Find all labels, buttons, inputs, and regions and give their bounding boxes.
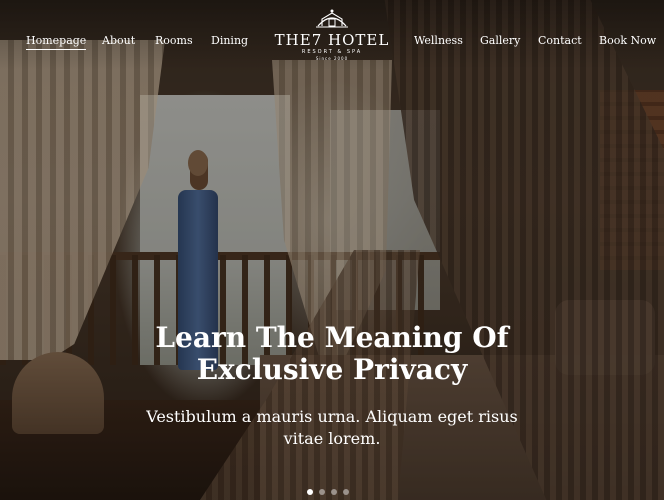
slider-pagination (304, 480, 352, 495)
logo-since: Since 2000 (315, 56, 349, 61)
hero-section: Homepage About Rooms Dining THE7 HOTEL R… (0, 0, 664, 500)
nav-link-gallery[interactable]: Gallery (480, 34, 520, 47)
nav-link-dining[interactable]: Dining (211, 34, 248, 47)
hero-subtitle-line1: Vestibulum a mauris urna. Aliquam eget r… (146, 407, 518, 426)
hero-headline: Learn The Meaning Of Exclusive Privacy (82, 322, 582, 386)
hero-subtitle-line2: vitae lorem. (283, 429, 381, 448)
nav-link-contact[interactable]: Contact (538, 34, 582, 47)
slider-dot[interactable] (307, 489, 313, 495)
logo-subtitle: RESORT & SPA (301, 49, 363, 55)
slider-dot[interactable] (319, 489, 325, 495)
hero-subtitle: Vestibulum a mauris urna. Aliquam eget r… (132, 406, 532, 450)
hero-headline-line2: Exclusive Privacy (196, 353, 468, 386)
nav-link-rooms[interactable]: Rooms (155, 34, 193, 47)
hotel-logo[interactable]: THE7 HOTEL RESORT & SPA Since 2000 (272, 8, 392, 62)
hero-headline-line1: Learn The Meaning Of (155, 321, 509, 354)
main-navigation: Homepage About Rooms Dining THE7 HOTEL R… (0, 0, 664, 80)
nav-link-homepage[interactable]: Homepage (26, 34, 87, 50)
slider-dot[interactable] (331, 489, 337, 495)
nav-link-about[interactable]: About (102, 34, 135, 47)
nav-link-wellness[interactable]: Wellness (414, 34, 463, 47)
logo-name: THE7 HOTEL (274, 31, 390, 49)
hotel-crest-icon (316, 9, 348, 28)
nav-link-book-now[interactable]: Book Now (599, 34, 656, 47)
slider-dot[interactable] (343, 489, 349, 495)
